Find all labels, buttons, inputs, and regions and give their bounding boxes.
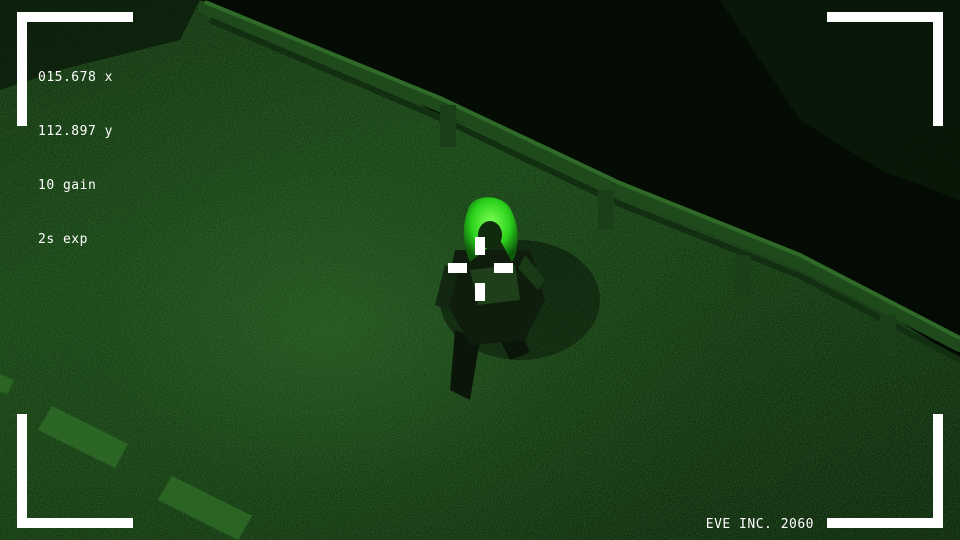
crosshair-bottom-tick	[475, 283, 485, 301]
viewfinder-corner-top-left-icon	[17, 12, 133, 126]
viewfinder-corner-bottom-left-icon	[17, 414, 133, 528]
gain-value: 10 gain	[38, 178, 97, 193]
viewfinder-corner-top-right-icon	[827, 12, 943, 126]
crosshair-right-tick	[494, 263, 513, 273]
camera-viewport[interactable]: 015.678 x 112.897 y 10 gain 2s exp EVE I…	[0, 0, 960, 540]
viewfinder-corner-bottom-right-icon	[827, 414, 943, 528]
night-vision-scene	[0, 0, 960, 540]
crosshair-top-tick	[475, 237, 485, 255]
crosshair-left-tick	[448, 263, 467, 273]
exposure-value: 2s exp	[38, 232, 88, 247]
brand-label: EVE INC. 2060	[705, 517, 814, 532]
